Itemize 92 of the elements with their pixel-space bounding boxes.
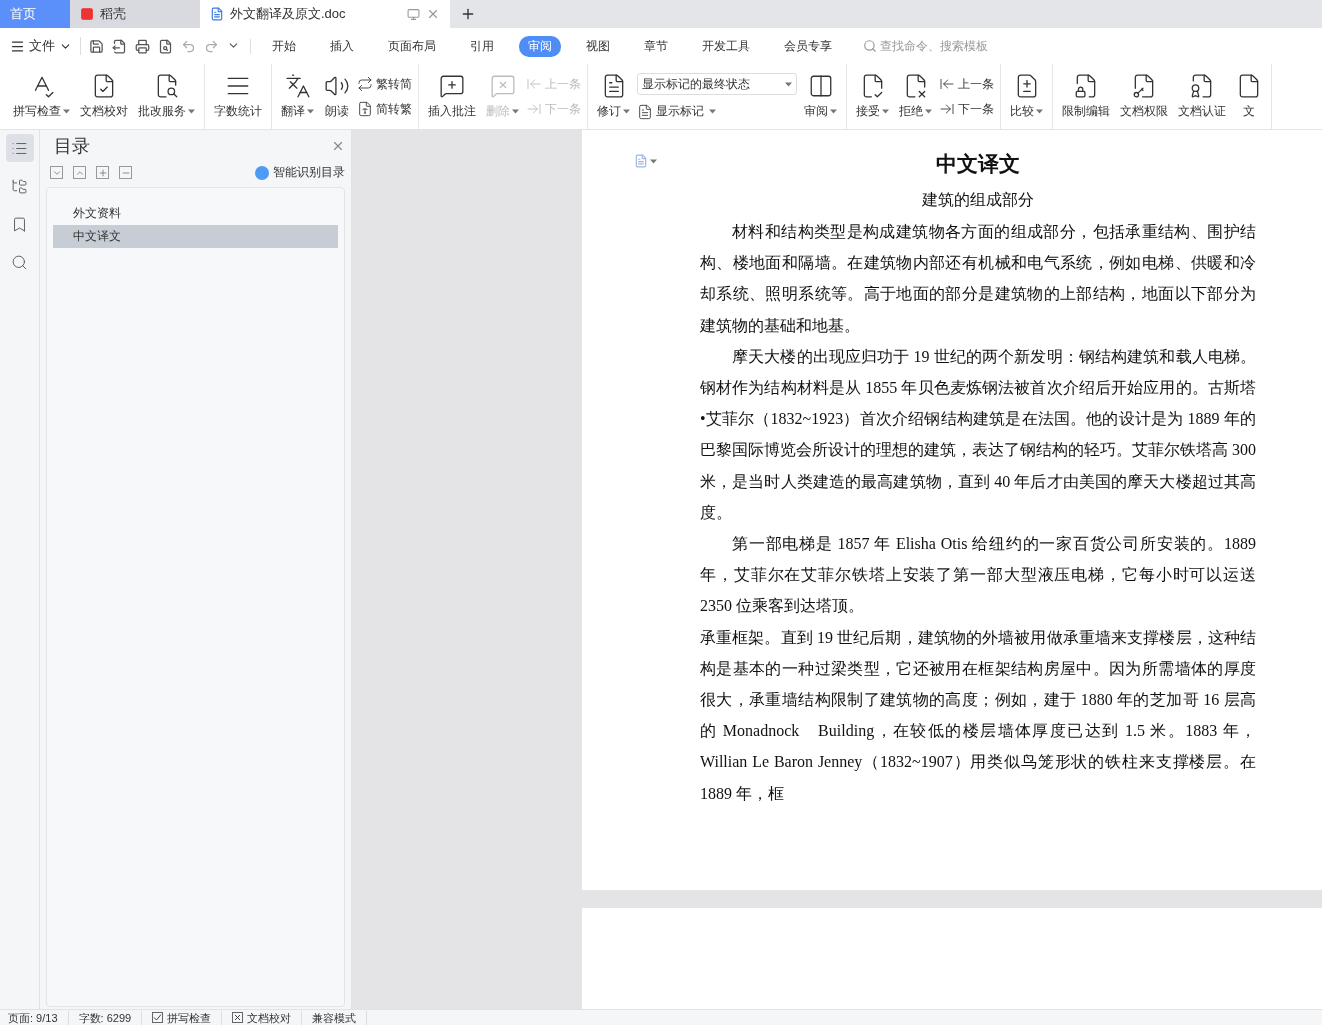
markup-dropdown[interactable]: 显示标记的最终状态 [637, 73, 797, 95]
ribbon-tab[interactable]: 开发工具 [693, 35, 759, 57]
preview-icon[interactable] [158, 38, 173, 54]
caret-icon [188, 109, 195, 114]
ribbon-button[interactable]: 文档校对 [77, 71, 131, 122]
arrow-icon [526, 76, 542, 92]
outline-item[interactable]: 中文译文 [53, 225, 338, 248]
document-tab[interactable]: 稻壳 [70, 0, 200, 28]
paragraph: 摩天大楼的出现应归功于 19 世纪的两个新发明：钢结构建筑和载人电梯。钢材作为结构材料是从 1855 年贝色麦炼钢法被首次介绍后开始应用的。古斯塔•艾菲尔（1832~1923）首次介绍钢结构建筑是在法国。他的设计是为 1889 年的巴黎国际博览会所设计的理想的建筑，表达了钢结构的轻巧。艾菲尔铁塔高 300 米，是当时人类建造的最高建筑物，直到 40 年后才由美国的摩天大楼超过其高度。 [700, 346, 1256, 523]
expand-icon[interactable] [73, 166, 86, 179]
ribbon-button[interactable]: 上一条 [939, 75, 994, 93]
plus-icon[interactable] [96, 166, 109, 179]
document-title: 中文译文 [935, 151, 1021, 177]
arrow-icon [939, 76, 955, 92]
caret-icon [512, 109, 519, 114]
caret-icon [307, 109, 314, 114]
arrow-icon [939, 101, 955, 117]
status-toggle[interactable]: 拼写检查 [152, 1010, 223, 1025]
ribbon-tab[interactable]: 页面布局 [379, 35, 445, 57]
new-tab-icon[interactable] [460, 6, 476, 22]
ribbon-button[interactable]: 简转繁 [357, 100, 412, 118]
document-icon[interactable] [634, 154, 657, 168]
close-icon[interactable] [331, 139, 345, 153]
caret-icon [63, 109, 70, 114]
ribbon-button[interactable]: 繁转简 [357, 75, 412, 93]
document-icon [637, 103, 653, 120]
ribbon-tab[interactable]: 引用 [461, 35, 503, 57]
convert-icon [357, 101, 373, 117]
ribbon-button[interactable]: 接受 [853, 71, 892, 122]
status-text: 兼容模式 [312, 1010, 368, 1025]
paragraph: 材料和结构类型是构成建筑物各方面的组成部分，包括承重结构、围护结构、楼地面和隔墙。在建筑物内部还有机械和电气系统，例如电梯、供暖和冷却系统、照明系统等。高于地面的部分是建筑物的上部结构，地面以下部分为建筑物的基础和地基。 [700, 222, 1256, 336]
ribbon-button[interactable]: 比较 [1007, 71, 1046, 122]
caret-icon [830, 109, 837, 114]
close-icon[interactable] [426, 7, 440, 21]
ribbon-button[interactable]: 翻译 [278, 71, 317, 122]
ribbon-button[interactable]: 字数统计 [211, 71, 265, 122]
document-icon [210, 7, 224, 21]
ribbon-button[interactable]: 拼写检查 [10, 71, 73, 122]
menu-icon [10, 38, 25, 54]
caret-icon [623, 109, 630, 114]
status-toggle[interactable]: 文档校对 [232, 1010, 303, 1025]
ribbon-button[interactable]: 插入批注 [425, 71, 479, 122]
comment-x-icon [489, 73, 516, 99]
ribbon-tab[interactable]: 插入 [321, 35, 363, 57]
print-icon[interactable] [135, 38, 150, 54]
caret-icon [1036, 109, 1043, 114]
caret-icon [709, 109, 716, 114]
convert-icon [357, 76, 373, 92]
status-text: 页面: 9/13 [8, 1010, 69, 1025]
translate-icon [284, 73, 311, 99]
ai-icon [255, 165, 269, 180]
paragraph: 第一部电梯是 1857 年 Elisha Otis 给纽约的一家百货公司所安装的。1889 年，艾菲尔在艾菲尔铁塔上安装了第一部大型液压电梯，它每小时可以运送 2350 位乘客到达塔顶。 [700, 534, 1256, 617]
outline-item[interactable]: 外文资料 [53, 202, 338, 225]
ribbon-tab[interactable]: 章节 [635, 35, 677, 57]
minus-icon[interactable] [119, 166, 132, 179]
paragraph: 承重框架。直到 19 世纪后期，建筑物的外墙被用做承重墙来支撑楼层，这种结构是基本的一种过梁类型，它还被用在框架结构房屋中。因为所需墙体的厚度很大，承重墙结构限制了建筑物的高度；例如，建于 1880 年的芝加哥 16 层高的 Monadnock Building，在较低的楼层墙体厚度已达到 1.5 米。1883 年，Willian Le Baron Jenney（1832~1907）用类似鸟笼形状的铁柱来支撑楼层。在 1889 年，框 [700, 627, 1256, 804]
ribbon-button[interactable]: 显示标记 [637, 103, 797, 120]
cross-box-icon[interactable] [232, 1012, 244, 1023]
ribbon-button[interactable]: 下一条 [939, 100, 994, 118]
ribbon-tab[interactable]: 视图 [577, 35, 619, 57]
document-tab[interactable]: 外文翻译及原文.doc [200, 0, 450, 28]
arrow-icon [526, 101, 542, 117]
file-menu[interactable]: 文件 [10, 37, 81, 55]
ribbon-button[interactable]: 文 [1233, 71, 1265, 122]
ribbon-button[interactable]: 限制编辑 [1059, 71, 1113, 122]
export-icon[interactable] [112, 38, 127, 54]
status-text: 字数: 6299 [78, 1010, 143, 1025]
checkbox[interactable] [152, 1012, 164, 1023]
ribbon-tab[interactable]: 开始 [263, 35, 305, 57]
search-icon [863, 39, 877, 53]
ribbon-button[interactable]: 修订 [594, 71, 633, 122]
caret-icon [925, 109, 932, 114]
collapse-icon[interactable] [50, 166, 63, 179]
comment-plus-icon [439, 73, 465, 99]
ribbon-button[interactable]: 拒绝 [896, 71, 935, 122]
app-logo-icon [80, 7, 94, 21]
ribbon-tab[interactable]: 会员专享 [775, 35, 841, 57]
ribbon-button[interactable]: 审阅 [801, 71, 840, 122]
redo-icon[interactable] [204, 38, 219, 54]
ribbon-button[interactable]: 文档权限 [1117, 71, 1171, 122]
ribbon-button[interactable]: 朗读 [321, 71, 353, 122]
undo-icon[interactable] [181, 38, 196, 54]
save-icon[interactable] [89, 38, 104, 54]
document-subtitle: 建筑的组成部分 [921, 190, 1035, 210]
ribbon-button[interactable]: 批改服务 [135, 71, 198, 122]
panel-title: 目录 [54, 135, 90, 158]
smart-outline-button[interactable]: 智能识别目录 [255, 164, 345, 181]
caret-icon [882, 109, 889, 114]
caret-icon [785, 81, 792, 87]
outline-icon[interactable] [5, 134, 34, 162]
monitor-icon[interactable] [407, 7, 420, 21]
ribbon-button[interactable]: 文档认证 [1175, 71, 1229, 122]
